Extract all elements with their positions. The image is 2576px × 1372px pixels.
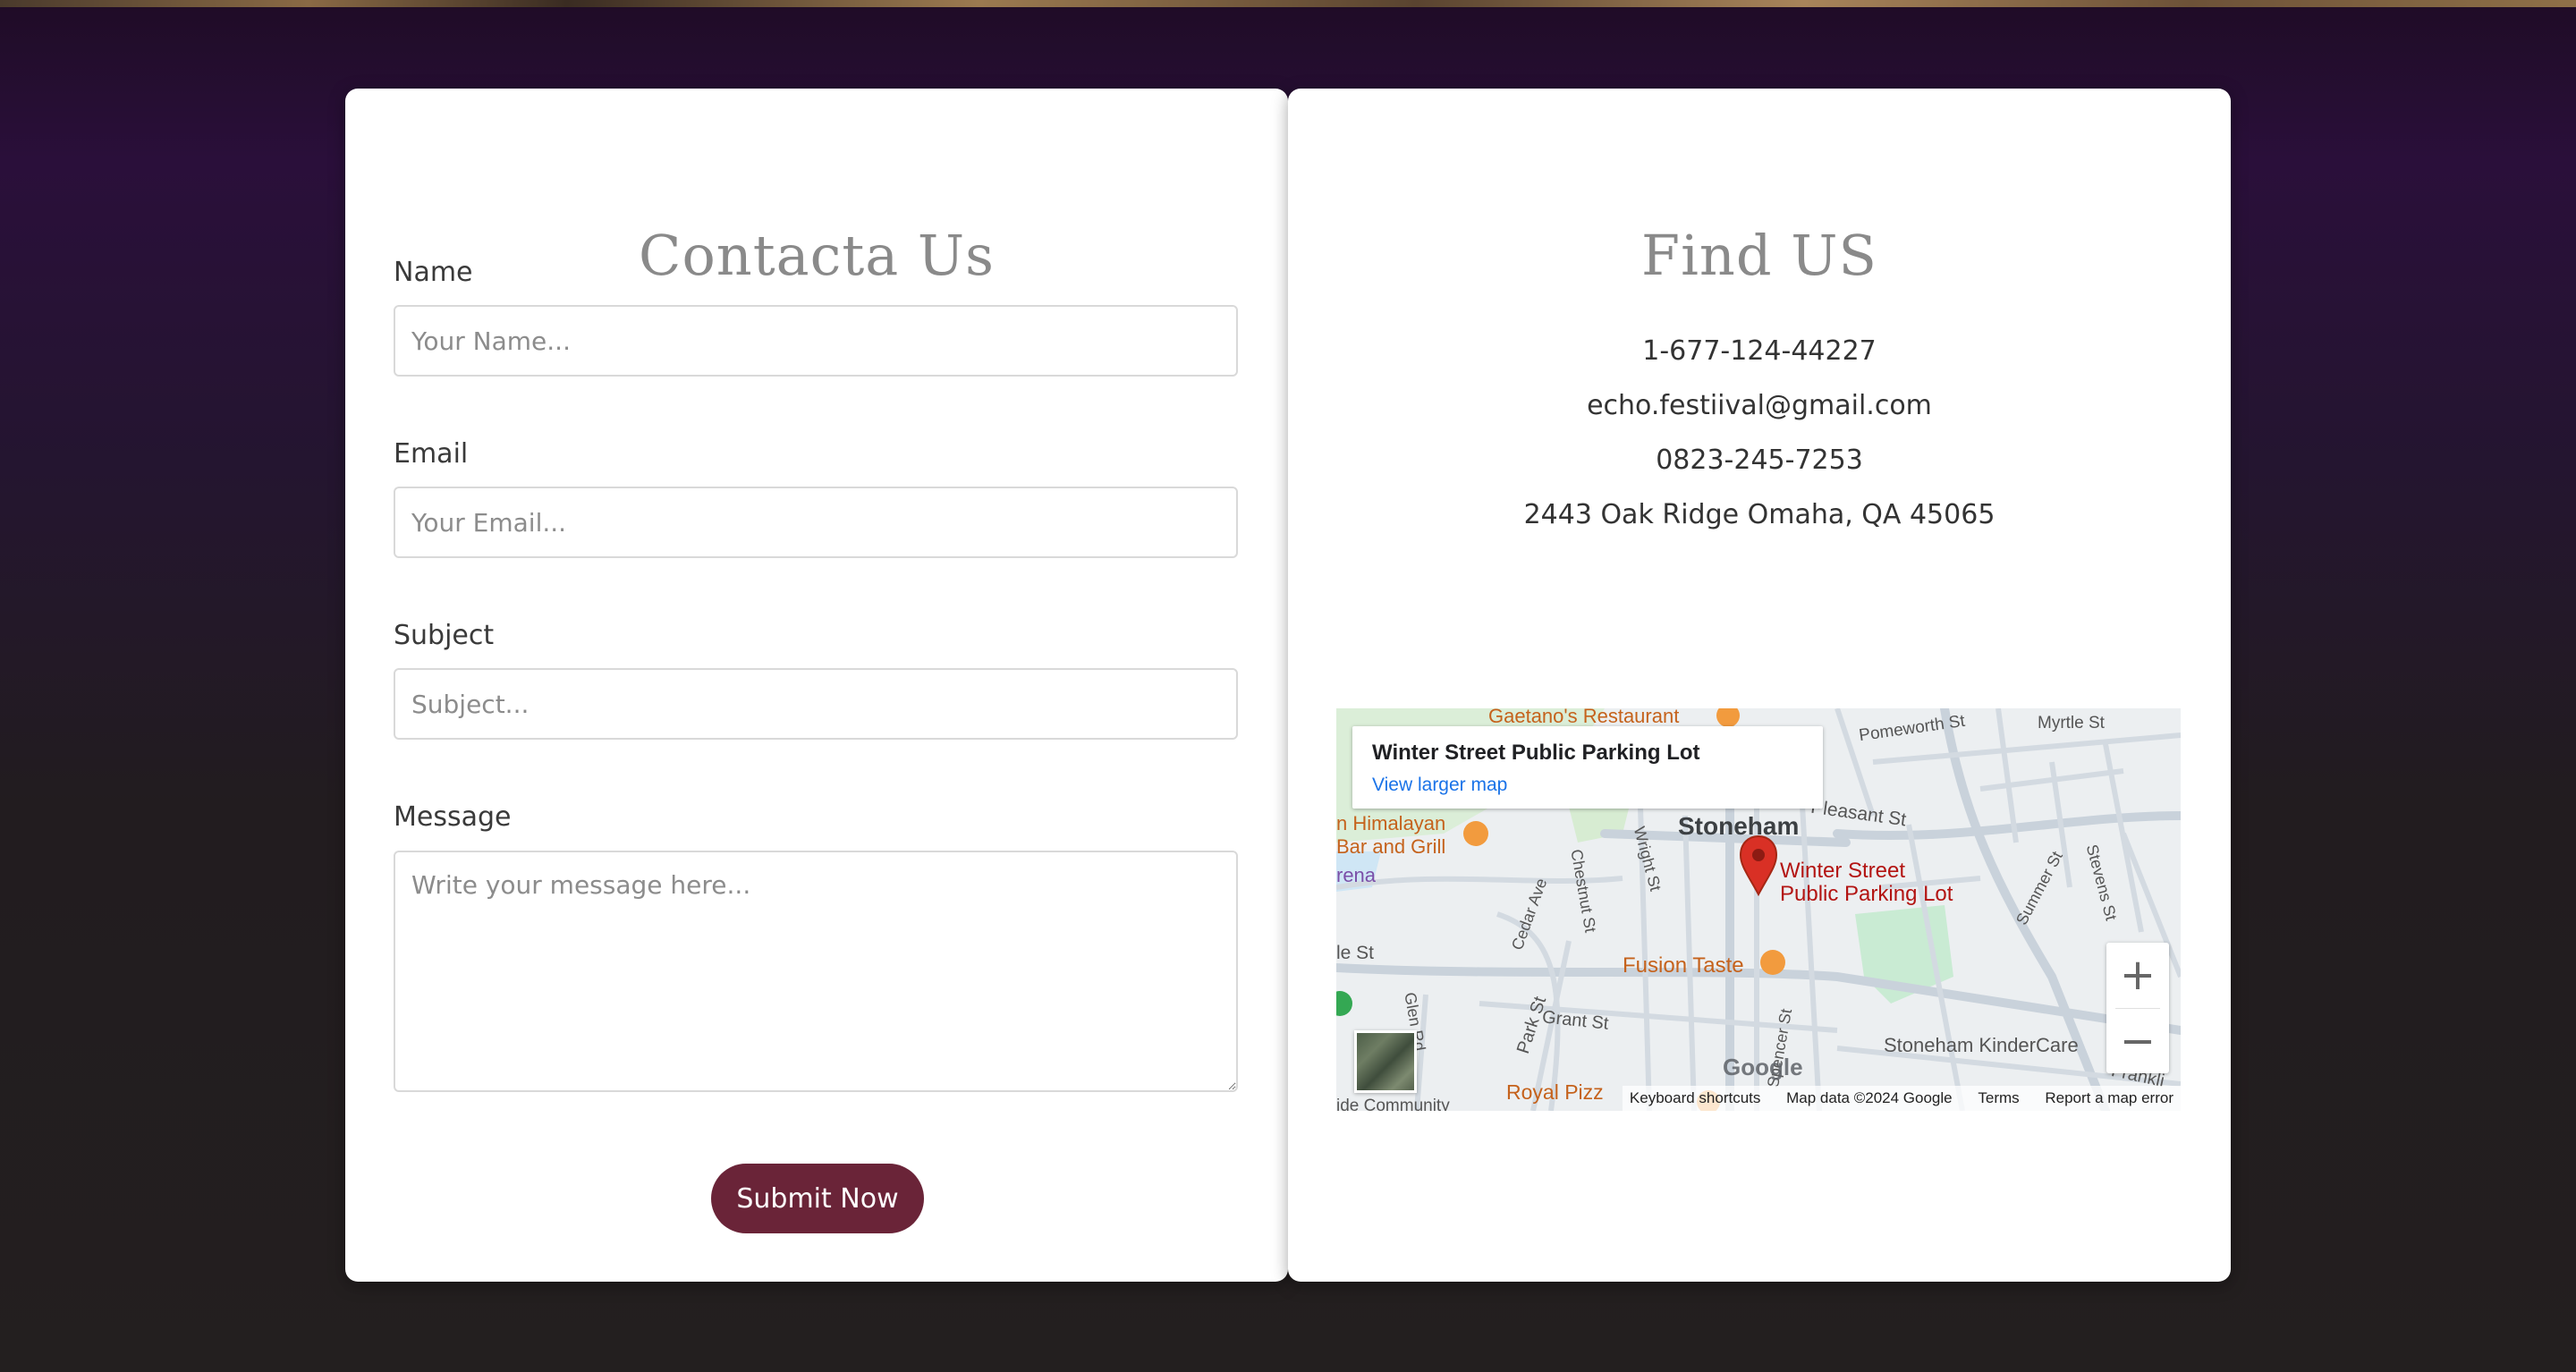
google-logo: Google <box>1723 1054 1803 1080</box>
message-textarea[interactable] <box>394 851 1238 1092</box>
zoom-out-button[interactable]: − <box>2106 1009 2169 1073</box>
map-attribution-bar: Keyboard shortcuts Map data ©2024 Google… <box>1622 1086 2181 1111</box>
subject-input[interactable] <box>394 668 1238 740</box>
map-label-himalayan-1: n Himalayan <box>1336 812 1446 834</box>
hero-image-edge <box>0 0 2576 7</box>
message-label: Message <box>394 801 512 833</box>
contact-form-card: Contacta Us Name Email Subject Message S… <box>345 89 1288 1282</box>
map-label-winter-2: Public Parking Lot <box>1780 882 1953 906</box>
phone-number-1: 1-677-124-44227 <box>1642 335 1877 367</box>
view-larger-map-link[interactable]: View larger map <box>1372 775 1507 796</box>
satellite-toggle-thumbnail[interactable] <box>1354 1030 1417 1093</box>
map-label-stoneham: Stoneham <box>1678 812 1800 840</box>
map-label-arena: rena <box>1336 864 1377 886</box>
name-input[interactable] <box>394 305 1238 377</box>
name-label: Name <box>394 257 473 288</box>
find-us-card: Find US 1-677-124-44227 echo.festiival@g… <box>1288 89 2231 1282</box>
submit-button[interactable]: Submit Now <box>711 1164 924 1233</box>
email-label: Email <box>394 438 469 470</box>
map-label-le-st: le St <box>1336 943 1375 963</box>
report-map-error-link[interactable]: Report a map error <box>2045 1089 2174 1106</box>
map-label-myrtle: Myrtle St <box>2038 714 2105 733</box>
contact-email: echo.festiival@gmail.com <box>1587 390 1932 421</box>
subject-label: Subject <box>394 620 495 651</box>
map-label-fusion: Fusion Taste <box>1623 953 1744 978</box>
map-label-royal: Royal Pizz <box>1506 1080 1604 1104</box>
map-zoom-control: + − <box>2106 943 2169 1073</box>
phone-number-2: 0823-245-7253 <box>1656 445 1863 476</box>
address: 2443 Oak Ridge Omaha, QA 45065 <box>1523 499 1996 530</box>
map-place-title: Winter Street Public Parking Lot <box>1372 741 1700 765</box>
email-input[interactable] <box>394 487 1238 558</box>
contact-form-title: Contacta Us <box>639 223 995 288</box>
zoom-in-button[interactable]: + <box>2106 943 2169 1007</box>
map-data-text: Map data ©2024 Google <box>1786 1089 1953 1106</box>
map-place-card: Winter Street Public Parking Lot View la… <box>1352 726 1823 809</box>
map-label-gaetanos: Gaetano's Restaurant <box>1488 708 1680 727</box>
find-us-title: Find US <box>1641 223 1877 288</box>
keyboard-shortcuts-link[interactable]: Keyboard shortcuts <box>1630 1089 1760 1106</box>
map-label-community: ide Community <box>1336 1097 1450 1111</box>
terms-link[interactable]: Terms <box>1978 1089 2019 1106</box>
map-label-himalayan-2: Bar and Grill <box>1336 835 1446 858</box>
map-label-winter-1: Winter Street <box>1780 859 1906 883</box>
google-map[interactable]: Gaetano's Restaurant Pomeworth St Myrtle… <box>1336 708 2181 1111</box>
map-label-kindercare: Stoneham KinderCare <box>1884 1034 2079 1056</box>
